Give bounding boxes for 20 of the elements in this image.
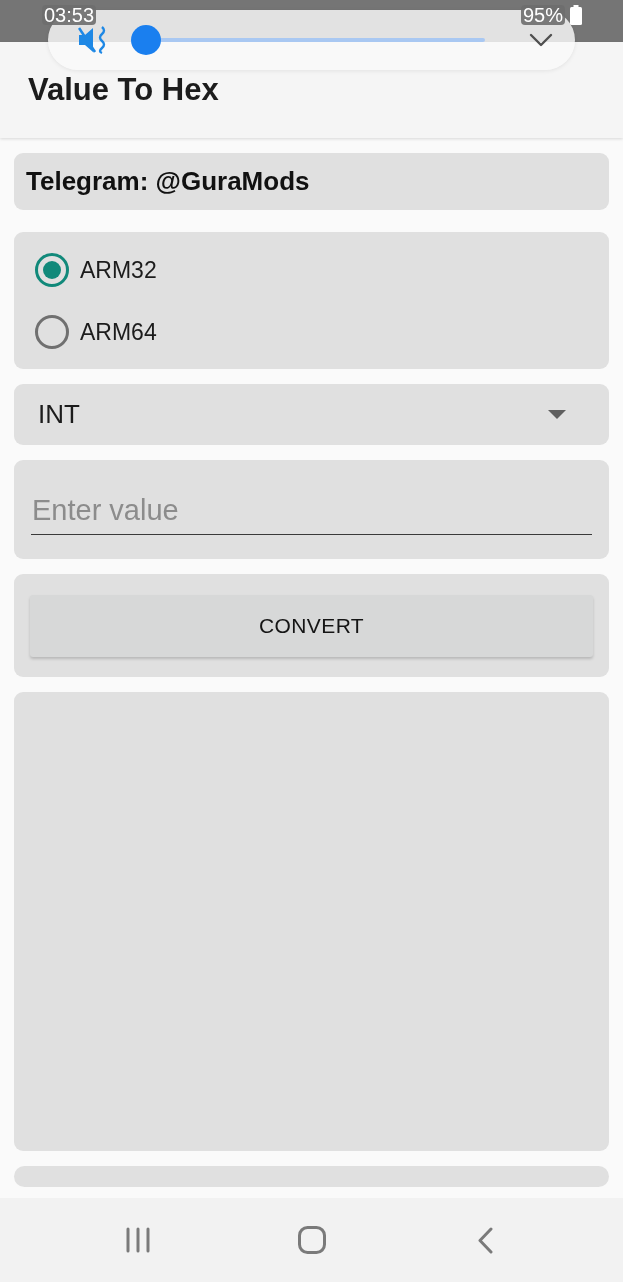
status-time: 03:53 [42, 5, 97, 25]
back-icon[interactable] [478, 1226, 493, 1254]
home-icon[interactable] [297, 1226, 326, 1254]
input-card[interactable]: Enter value [14, 460, 609, 559]
volume-slider-track[interactable] [131, 25, 485, 55]
chevron-down-icon[interactable] [529, 33, 553, 47]
radio-label: ARM64 [80, 318, 157, 346]
convert-button[interactable]: CONVERT [30, 595, 593, 657]
slider-thumb[interactable] [131, 25, 161, 55]
app-title: Value To Hex [28, 72, 219, 108]
telegram-banner: Telegram: @GuraMods [14, 153, 609, 210]
radio-label: ARM32 [80, 256, 157, 284]
three-bars-icon[interactable] [124, 1227, 151, 1253]
muted-speaker-icon[interactable] [78, 25, 108, 55]
type-dropdown[interactable]: INT [14, 384, 609, 445]
caret-icon [548, 410, 566, 419]
input-field[interactable]: Enter value [31, 490, 592, 535]
radio-button[interactable] [35, 253, 69, 287]
radio-button[interactable] [35, 315, 69, 349]
battery-percentage: 95% [520, 5, 565, 25]
